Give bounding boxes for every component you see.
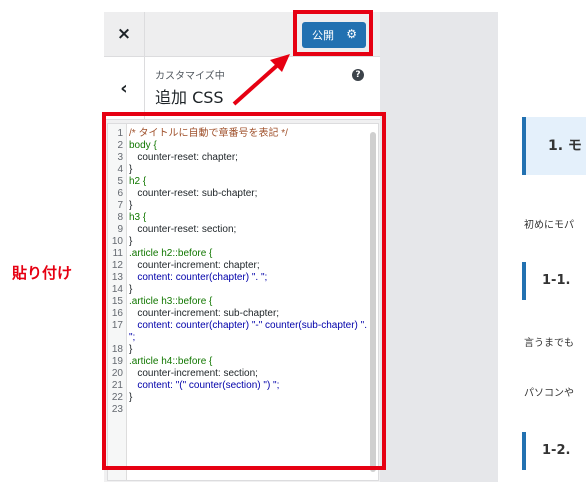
preview-content: 1. モ 初めにモパ 1-1. 言うまでも パソコンや 1-2. <box>498 0 586 493</box>
chevron-left-icon: ‹ <box>120 77 128 99</box>
preview-heading-h3: 1-2. <box>522 432 586 470</box>
preview-heading-h3: 1-1. <box>522 262 586 300</box>
help-icon[interactable]: ? <box>352 69 364 81</box>
preview-paragraph: 言うまでも <box>524 338 574 349</box>
preview-background <box>380 12 498 482</box>
paste-annotation-label: 貼り付け <box>12 264 73 282</box>
preview-heading-h2: 1. モ <box>522 117 586 175</box>
close-customizer-button[interactable]: × <box>104 12 145 56</box>
preview-paragraph: 初めにモパ <box>524 220 574 231</box>
section-header: ‹ カスタマイズ中 追加 CSS ? <box>104 57 380 120</box>
preview-paragraph: パソコンや <box>524 388 574 399</box>
publish-highlight-box <box>293 10 373 56</box>
close-icon: × <box>116 24 132 44</box>
preview-heading-h3-text: 1-2. <box>542 443 571 458</box>
preview-heading-h2-text: 1. モ <box>548 138 582 154</box>
editor-highlight-box <box>102 112 386 470</box>
breadcrumb: カスタマイズ中 <box>155 71 225 82</box>
section-title: 追加 CSS <box>155 88 224 107</box>
preview-heading-h3-text: 1-1. <box>542 273 571 288</box>
back-button[interactable]: ‹ <box>104 57 145 119</box>
